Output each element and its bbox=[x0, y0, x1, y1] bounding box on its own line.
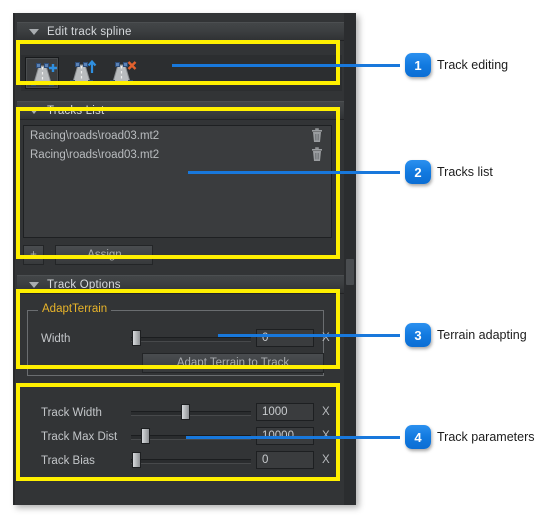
leader-line-3 bbox=[218, 334, 400, 337]
slider-track bbox=[131, 411, 251, 416]
section-title: Edit track spline bbox=[47, 25, 132, 38]
add-track-button[interactable]: + bbox=[23, 245, 44, 265]
panel-content: Edit track spline Tracks List Racing\roa… bbox=[13, 13, 346, 505]
section-header-edit-track-spline[interactable]: Edit track spline bbox=[17, 22, 346, 41]
track-max-dist-label: Track Max Dist bbox=[41, 431, 118, 443]
slider-handle[interactable] bbox=[141, 428, 150, 444]
slider-handle[interactable] bbox=[132, 452, 141, 468]
scrollbar-thumb[interactable] bbox=[346, 259, 354, 285]
adapt-terrain-to-track-button[interactable]: Adapt Terrain to Track bbox=[142, 353, 324, 373]
track-bias-field[interactable]: 0 bbox=[256, 451, 314, 469]
trash-icon[interactable] bbox=[311, 128, 323, 143]
slider-handle[interactable] bbox=[132, 330, 141, 346]
group-title: AdaptTerrain bbox=[38, 303, 112, 315]
callout-badge-2[interactable]: 2 bbox=[405, 160, 431, 184]
adapt-width-slider[interactable] bbox=[131, 330, 251, 346]
section-title: Tracks List bbox=[47, 104, 105, 117]
track-width-field[interactable]: 1000 bbox=[256, 403, 314, 421]
screenshot-root: Edit track spline Tracks List Racing\roa… bbox=[0, 0, 550, 521]
chevron-down-icon bbox=[29, 107, 39, 114]
tracks-list-actions: + Assign bbox=[23, 245, 154, 265]
adapt-width-label: Width bbox=[41, 333, 71, 345]
list-item[interactable]: Racing\roads\road03.mt2 bbox=[24, 145, 331, 164]
track-path: Racing\roads\road03.mt2 bbox=[30, 148, 160, 161]
move-track-spline-button[interactable] bbox=[65, 57, 99, 89]
tracks-listbox[interactable]: Racing\roads\road03.mt2 Racing\roads\roa… bbox=[23, 125, 332, 238]
trash-icon[interactable] bbox=[311, 147, 323, 162]
slider-track bbox=[131, 459, 251, 464]
track-width-slider[interactable] bbox=[131, 404, 251, 420]
track-bias-unit: X bbox=[322, 454, 330, 466]
track-width-unit: X bbox=[322, 406, 330, 418]
callout-badge-1[interactable]: 1 bbox=[405, 53, 431, 77]
callout-badge-3[interactable]: 3 bbox=[405, 323, 431, 347]
leader-line-2 bbox=[188, 171, 400, 174]
track-width-label: Track Width bbox=[41, 407, 102, 419]
callout-label-3: Terrain adapting bbox=[437, 328, 527, 342]
callout-badge-4[interactable]: 4 bbox=[405, 425, 431, 449]
road-arrow-up-icon bbox=[70, 59, 97, 85]
callout-label-1: Track editing bbox=[437, 58, 509, 72]
section-header-track-options[interactable]: Track Options bbox=[17, 275, 346, 294]
slider-track bbox=[131, 337, 251, 342]
section-title: Track Options bbox=[47, 278, 121, 291]
callout-label-4: Track parameters bbox=[437, 430, 535, 444]
road-plus-icon bbox=[31, 63, 57, 86]
road-x-icon bbox=[110, 61, 137, 85]
delete-track-spline-button[interactable] bbox=[105, 57, 139, 89]
track-bias-slider[interactable] bbox=[131, 452, 251, 468]
slider-handle[interactable] bbox=[181, 404, 190, 420]
chevron-down-icon bbox=[29, 28, 39, 35]
leader-line-1 bbox=[172, 64, 400, 67]
adapt-width-field[interactable]: 0 bbox=[256, 329, 314, 347]
track-path: Racing\roads\road03.mt2 bbox=[30, 129, 160, 142]
track-bias-label: Track Bias bbox=[41, 455, 95, 467]
assign-button[interactable]: Assign bbox=[55, 245, 154, 265]
track-editing-toolbar bbox=[21, 55, 342, 91]
track-editor-panel: Edit track spline Tracks List Racing\roa… bbox=[13, 13, 356, 505]
add-track-spline-button[interactable] bbox=[25, 57, 59, 89]
panel-scrollbar[interactable] bbox=[344, 13, 356, 505]
leader-line-4 bbox=[186, 436, 400, 439]
section-header-tracks-list[interactable]: Tracks List bbox=[17, 101, 346, 120]
list-item[interactable]: Racing\roads\road03.mt2 bbox=[24, 126, 331, 145]
chevron-down-icon bbox=[29, 281, 39, 288]
callout-label-2: Tracks list bbox=[437, 165, 493, 179]
